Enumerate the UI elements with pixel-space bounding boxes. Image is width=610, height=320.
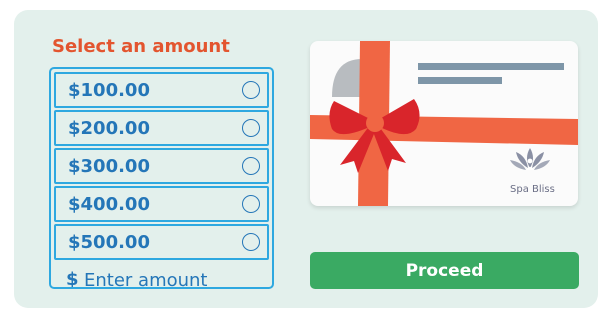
gift-card-illustration <box>310 41 578 206</box>
amount-option-500[interactable]: $500.00 <box>54 224 269 260</box>
amount-option-300[interactable]: $300.00 <box>54 148 269 184</box>
proceed-button[interactable]: Proceed <box>310 252 579 289</box>
custom-amount-input[interactable] <box>84 266 264 287</box>
lotus-meditation-icon <box>510 148 550 170</box>
amount-radio-400[interactable] <box>242 195 260 213</box>
select-amount-heading: Select an amount <box>52 36 230 57</box>
custom-amount-row: $ <box>54 262 269 289</box>
amount-radio-100[interactable] <box>242 81 260 99</box>
gift-card-image: Spa Bliss <box>310 41 578 206</box>
amount-label: $400.00 <box>68 194 150 215</box>
amount-radio-200[interactable] <box>242 119 260 137</box>
amount-radio-300[interactable] <box>242 157 260 175</box>
amount-option-100[interactable]: $100.00 <box>54 72 269 108</box>
amount-option-200[interactable]: $200.00 <box>54 110 269 146</box>
amount-options-list: $100.00 $200.00 $300.00 $400.00 $500.00 … <box>49 67 274 289</box>
brand-name: Spa Bliss <box>510 184 555 195</box>
amount-radio-500[interactable] <box>242 233 260 251</box>
amount-label: $500.00 <box>68 232 150 253</box>
amount-label: $100.00 <box>68 80 150 101</box>
amount-label: $200.00 <box>68 118 150 139</box>
card-text-line <box>418 63 564 70</box>
currency-symbol: $ <box>66 269 79 289</box>
amount-option-400[interactable]: $400.00 <box>54 186 269 222</box>
card-text-line <box>418 77 502 84</box>
amount-label: $300.00 <box>68 156 150 177</box>
